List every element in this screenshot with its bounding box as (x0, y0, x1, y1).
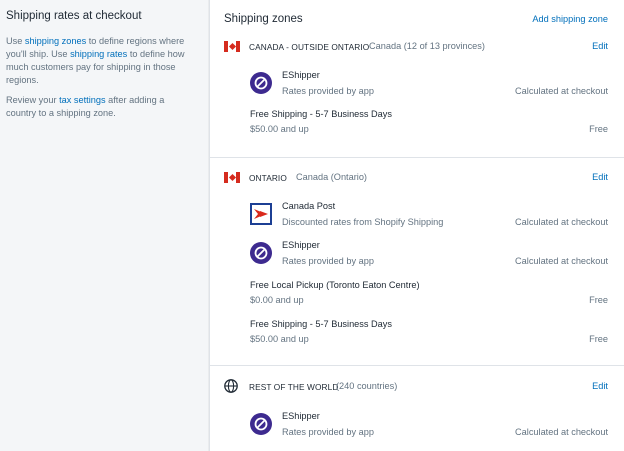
method-description: Rates provided by app (282, 427, 374, 437)
rate-condition: $0.00 and up (250, 295, 304, 305)
zone-ontario: ONTARIO Canada (Ontario) Edit Canada Pos… (210, 157, 624, 365)
canada-flag-icon (224, 41, 240, 52)
method-name: EShipper (282, 411, 320, 421)
rate-price: Free (589, 124, 608, 134)
rate-price: Free (589, 334, 608, 344)
method-description: Discounted rates from Shopify Shipping (282, 217, 444, 227)
eshipper-logo-icon (250, 242, 272, 264)
edit-zone-link[interactable]: Edit (592, 41, 608, 51)
section-description: Use shipping zones to define regions whe… (6, 36, 185, 85)
rate-condition: $50.00 and up (250, 334, 309, 344)
method-name: Canada Post (282, 201, 336, 211)
card-header: Shipping zones Add shipping zone (224, 13, 608, 29)
shipping-zones-link[interactable]: shipping zones (25, 36, 86, 46)
method-rate: Calculated at checkout (515, 217, 608, 227)
rate-condition: $50.00 and up (250, 124, 309, 134)
tax-note: Review your tax settings after adding a … (6, 95, 165, 118)
rate-price: Free (589, 295, 608, 305)
rate-name: Free Shipping - 5-7 Business Days (250, 319, 392, 329)
globe-icon (224, 379, 238, 393)
shipping-method: EShipper Rates provided by app Calculate… (250, 70, 608, 104)
shipping-rate: Free Shipping - 5-7 Business Days $50.00… (250, 319, 608, 349)
zone-countries: Canada (12 of 13 provinces) (369, 41, 485, 51)
eshipper-logo-icon (250, 72, 272, 94)
zone-header: CANADA - OUTSIDE ONTARIO Canada (12 of 1… (224, 41, 608, 55)
shipping-rate: Free Shipping - 5-7 Business Days $50.00… (250, 109, 608, 139)
method-name: EShipper (282, 70, 320, 80)
shipping-method: EShipper Rates provided by app Calculate… (250, 411, 608, 445)
zone-name: ONTARIO (249, 173, 287, 183)
rate-name: Free Shipping - 5-7 Business Days (250, 109, 392, 119)
edit-zone-link[interactable]: Edit (592, 381, 608, 391)
zone-name: REST OF THE WORLD (249, 382, 339, 392)
method-description: Rates provided by app (282, 256, 374, 266)
zone-header: ONTARIO Canada (Ontario) Edit (224, 172, 608, 186)
tax-settings-link[interactable]: tax settings (59, 95, 105, 105)
shipping-rates-link[interactable]: shipping rates (70, 49, 127, 59)
shipping-rate: Free Local Pickup (Toronto Eaton Centre)… (250, 280, 608, 310)
zone-header: REST OF THE WORLD (240 countries) Edit (224, 379, 608, 395)
zone-countries: (240 countries) (336, 381, 398, 391)
method-rate: Calculated at checkout (515, 427, 608, 437)
zone-name: CANADA - OUTSIDE ONTARIO (249, 42, 370, 52)
shipping-method: EShipper Rates provided by app Calculate… (250, 240, 608, 274)
card-title: Shipping zones (224, 13, 303, 25)
canada-flag-icon (224, 172, 240, 183)
sidebar: Shipping rates at checkout Use shipping … (6, 10, 196, 120)
eshipper-logo-icon (250, 413, 272, 435)
method-rate: Calculated at checkout (515, 256, 608, 266)
shipping-method: Canada Post Discounted rates from Shopif… (250, 201, 608, 235)
rate-name: Free Local Pickup (Toronto Eaton Centre) (250, 280, 420, 290)
zone-countries: Canada (Ontario) (296, 172, 367, 182)
canada-post-logo-icon (250, 203, 272, 225)
edit-zone-link[interactable]: Edit (592, 172, 608, 182)
method-description: Rates provided by app (282, 86, 374, 96)
method-name: EShipper (282, 240, 320, 250)
zone-canada-outside-ontario: CANADA - OUTSIDE ONTARIO Canada (12 of 1… (210, 30, 624, 156)
section-title: Shipping rates at checkout (6, 10, 142, 22)
zone-rest-of-world: REST OF THE WORLD (240 countries) Edit E… (210, 365, 624, 451)
method-rate: Calculated at checkout (515, 86, 608, 96)
add-shipping-zone-link[interactable]: Add shipping zone (532, 14, 608, 24)
shipping-zones-card: Shipping zones Add shipping zone CANADA … (209, 0, 624, 451)
